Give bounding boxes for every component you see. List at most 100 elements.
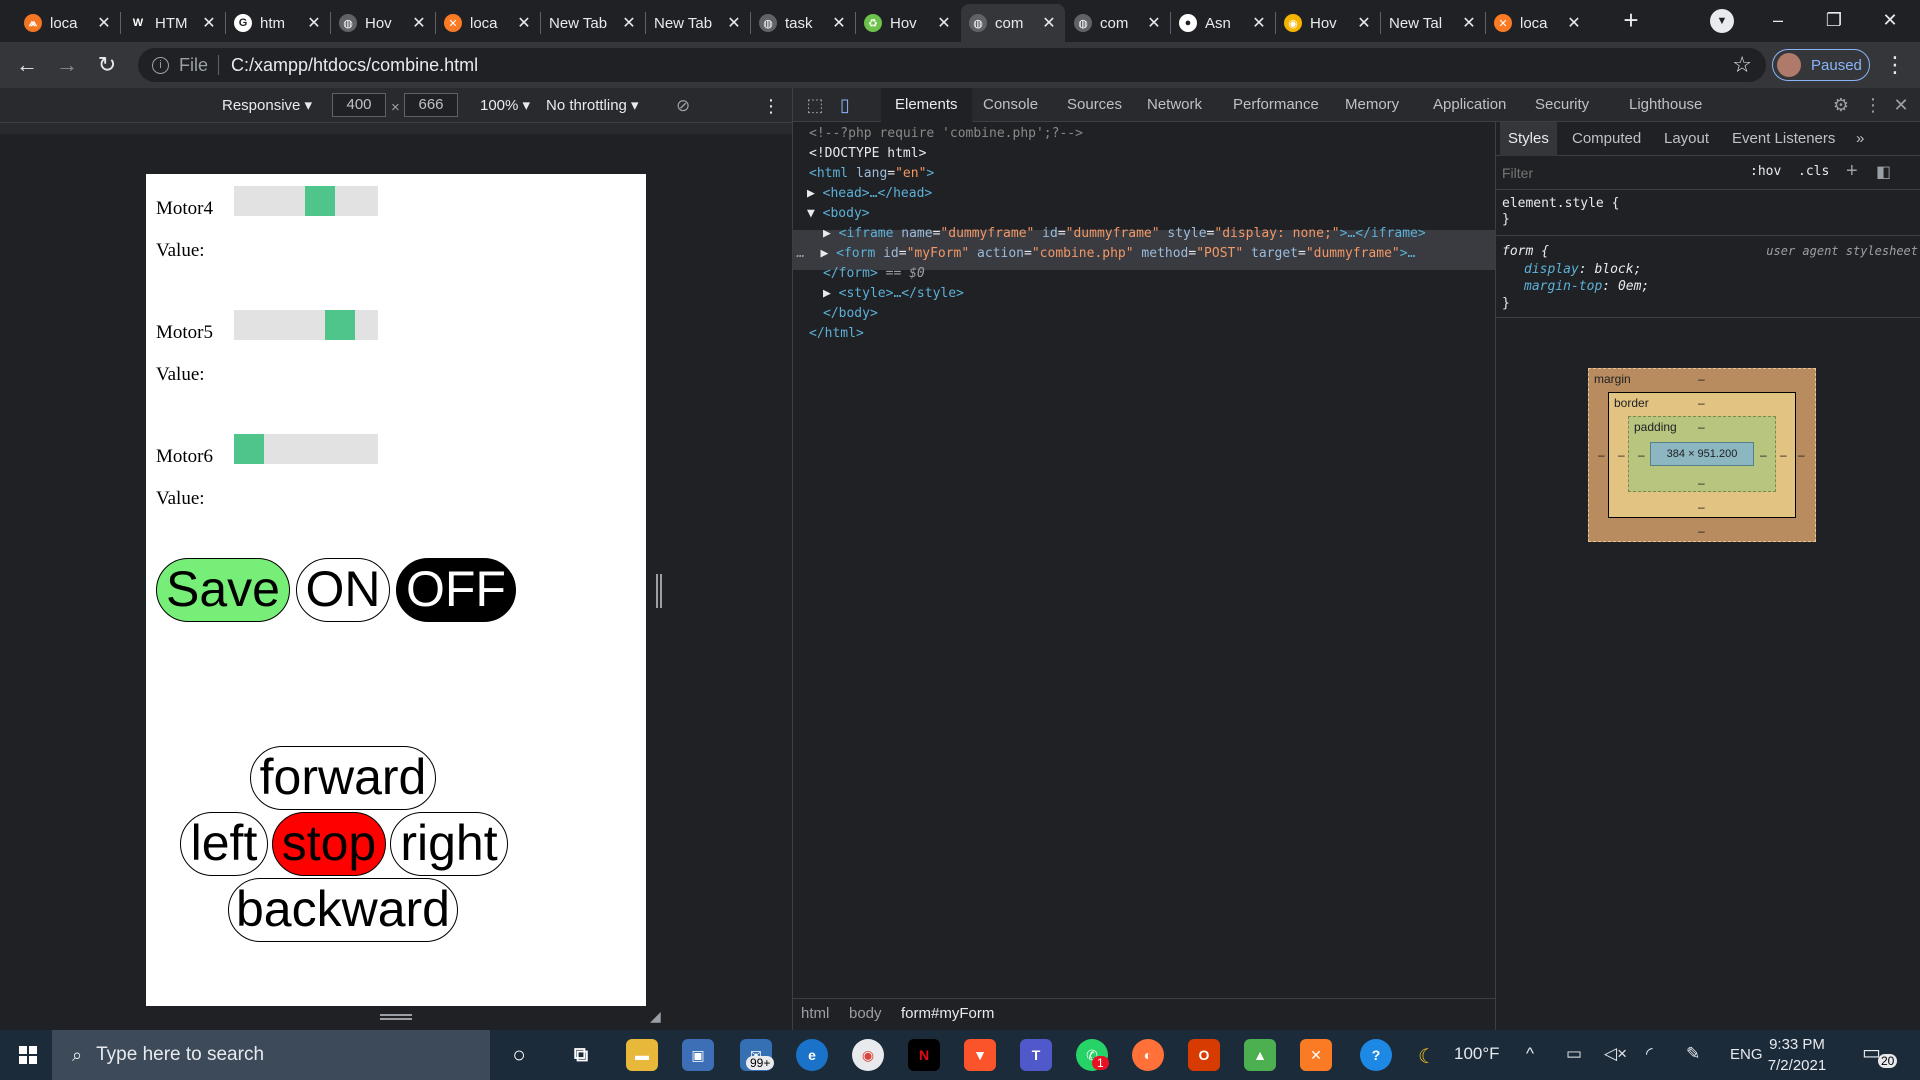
breadcrumb-body[interactable]: body: [849, 1005, 882, 1022]
tab-close-icon[interactable]: ✕: [411, 13, 427, 33]
cortana-icon[interactable]: ○: [503, 1039, 535, 1071]
backward-button[interactable]: backward: [228, 878, 458, 942]
firefox-icon[interactable]: ◐: [1132, 1039, 1164, 1071]
system-clock[interactable]: 9:33 PM 7/2/2021: [1752, 1034, 1842, 1076]
device-mode-select[interactable]: Responsive ▾: [222, 95, 312, 117]
tab-close-icon[interactable]: ✕: [831, 13, 847, 33]
rule-selector[interactable]: element.style {: [1502, 196, 1619, 211]
toggle-sidebar-icon[interactable]: ◧: [1876, 162, 1891, 182]
pen-icon[interactable]: ✎: [1686, 1044, 1700, 1064]
tab-styles[interactable]: Styles: [1500, 122, 1557, 156]
file-explorer-icon[interactable]: ▬: [626, 1039, 658, 1071]
browser-tab[interactable]: ● Asn ✕: [1171, 4, 1275, 42]
left-button[interactable]: left: [180, 812, 268, 876]
viewport-resize-handle-right[interactable]: [656, 574, 662, 608]
help-icon[interactable]: ?: [1360, 1039, 1392, 1071]
taskbar-search[interactable]: ⌕ Type here to search: [52, 1030, 490, 1080]
tab-event-listeners[interactable]: Event Listeners: [1732, 122, 1835, 156]
stop-button[interactable]: stop: [272, 812, 386, 876]
minimize-button[interactable]: –: [1750, 0, 1806, 42]
info-icon[interactable]: i: [152, 56, 169, 74]
settings-gear-icon[interactable]: ⚙: [1831, 95, 1851, 115]
tab-close-icon[interactable]: ✕: [516, 13, 532, 33]
slider-thumb[interactable]: [234, 434, 264, 464]
browser-tab[interactable]: ♻ Hov ✕: [856, 4, 960, 42]
bookmark-star-icon[interactable]: ☆: [1732, 52, 1752, 78]
box-model-content[interactable]: 384 × 951.200: [1650, 442, 1754, 466]
profile-button[interactable]: Paused: [1772, 49, 1870, 81]
rule-selector[interactable]: form {: [1502, 244, 1549, 259]
browser-tab[interactable]: New Tab ✕: [541, 4, 645, 42]
tab-memory[interactable]: Memory: [1345, 88, 1399, 122]
weather-temperature[interactable]: 100°F: [1454, 1044, 1500, 1064]
tab-sources[interactable]: Sources: [1067, 88, 1122, 122]
browser-tab[interactable]: ⩕ loca ✕: [16, 4, 120, 42]
tab-security[interactable]: Security: [1535, 88, 1589, 122]
browser-menu-icon[interactable]: ⋮: [1880, 50, 1910, 80]
teams-icon[interactable]: T: [1020, 1039, 1052, 1071]
throttling-select[interactable]: No throttling ▾: [546, 95, 639, 117]
breadcrumb-html[interactable]: html: [801, 1005, 829, 1022]
new-rule-icon[interactable]: +: [1846, 160, 1858, 183]
viewport-resize-corner-icon[interactable]: ◢: [650, 1008, 664, 1024]
on-button[interactable]: ON: [296, 558, 390, 622]
browser-tab[interactable]: W HTM ✕: [121, 4, 225, 42]
rotate-icon[interactable]: ⊘: [676, 95, 690, 117]
tab-close-icon[interactable]: ✕: [621, 13, 637, 33]
dom-html-line[interactable]: <html lang="en">: [809, 164, 934, 184]
dom-html-close-line[interactable]: </html>: [809, 324, 864, 344]
back-arrow-icon[interactable]: ←: [12, 50, 42, 80]
motor-slider[interactable]: [234, 434, 378, 464]
brave-icon[interactable]: ▼: [964, 1039, 996, 1071]
width-input[interactable]: 400: [332, 93, 386, 117]
browser-tab[interactable]: ◍ Hov ✕: [331, 4, 435, 42]
tab-close-icon[interactable]: ✕: [1566, 13, 1582, 33]
motor-slider[interactable]: [234, 186, 378, 216]
dom-body-close-line[interactable]: </body>: [823, 304, 878, 324]
browser-tab[interactable]: ◍ task ✕: [751, 4, 855, 42]
height-input[interactable]: 666: [404, 93, 458, 117]
new-tab-button[interactable]: +: [1614, 6, 1648, 36]
devtools-menu-icon[interactable]: ⋮: [1863, 95, 1883, 115]
browser-tab[interactable]: New Tal ✕: [1381, 4, 1485, 42]
dom-form-close-line[interactable]: </form> == $0: [823, 264, 925, 284]
tab-close-icon[interactable]: ✕: [96, 13, 112, 33]
more-tabs-icon[interactable]: »: [1856, 122, 1864, 156]
address-bar[interactable]: i File C:/xampp/htdocs/combine.html ☆: [138, 48, 1766, 82]
rule-declaration[interactable]: margin-top: 0em;: [1524, 279, 1649, 294]
tab-close-icon[interactable]: ✕: [1251, 13, 1267, 33]
battery-icon[interactable]: ▭: [1566, 1044, 1582, 1064]
zoom-select[interactable]: 100% ▾: [480, 95, 530, 117]
edge-icon[interactable]: e: [796, 1039, 828, 1071]
forward-arrow-icon[interactable]: →: [52, 50, 82, 80]
xampp-icon[interactable]: ✕: [1300, 1039, 1332, 1071]
tab-network[interactable]: Network: [1147, 88, 1202, 122]
dom-iframe-line[interactable]: ▶ <iframe name="dummyframe" id="dummyfra…: [823, 224, 1426, 244]
tab-close-icon[interactable]: ✕: [1041, 13, 1057, 33]
close-window-button[interactable]: ✕: [1862, 0, 1918, 42]
dom-style-line[interactable]: ▶ <style>…</style>: [823, 284, 964, 304]
viewport-resize-handle-bottom[interactable]: [380, 1014, 412, 1020]
tab-close-icon[interactable]: ✕: [936, 13, 952, 33]
store-icon[interactable]: ▣: [682, 1039, 714, 1071]
browser-tab[interactable]: ✕ loca ✕: [436, 4, 540, 42]
dom-doctype-line[interactable]: <!DOCTYPE html>: [809, 144, 926, 164]
reload-icon[interactable]: ↻: [92, 50, 122, 80]
hov-toggle[interactable]: :hov: [1750, 164, 1781, 179]
url-text[interactable]: C:/xampp/htdocs/combine.html: [231, 55, 478, 76]
tab-console[interactable]: Console: [983, 88, 1038, 122]
task-view-icon[interactable]: ⧉: [565, 1039, 597, 1071]
browser-tab[interactable]: ◍ com ✕: [961, 4, 1065, 42]
netflix-icon[interactable]: N: [908, 1039, 940, 1071]
motor-slider[interactable]: [234, 310, 378, 340]
restore-button[interactable]: ❐: [1806, 0, 1862, 42]
inspect-element-icon[interactable]: ⬚: [805, 95, 825, 115]
close-devtools-icon[interactable]: ✕: [1891, 95, 1911, 115]
tab-close-icon[interactable]: ✕: [1146, 13, 1162, 33]
tab-close-icon[interactable]: ✕: [726, 13, 742, 33]
breadcrumb-form[interactable]: form#myForm: [901, 1005, 994, 1022]
chrome-icon[interactable]: ◉: [852, 1039, 884, 1071]
wifi-icon[interactable]: ◜: [1646, 1044, 1653, 1064]
tab-close-icon[interactable]: ✕: [201, 13, 217, 33]
dom-head-line[interactable]: ▶ <head>…</head>: [807, 184, 932, 204]
